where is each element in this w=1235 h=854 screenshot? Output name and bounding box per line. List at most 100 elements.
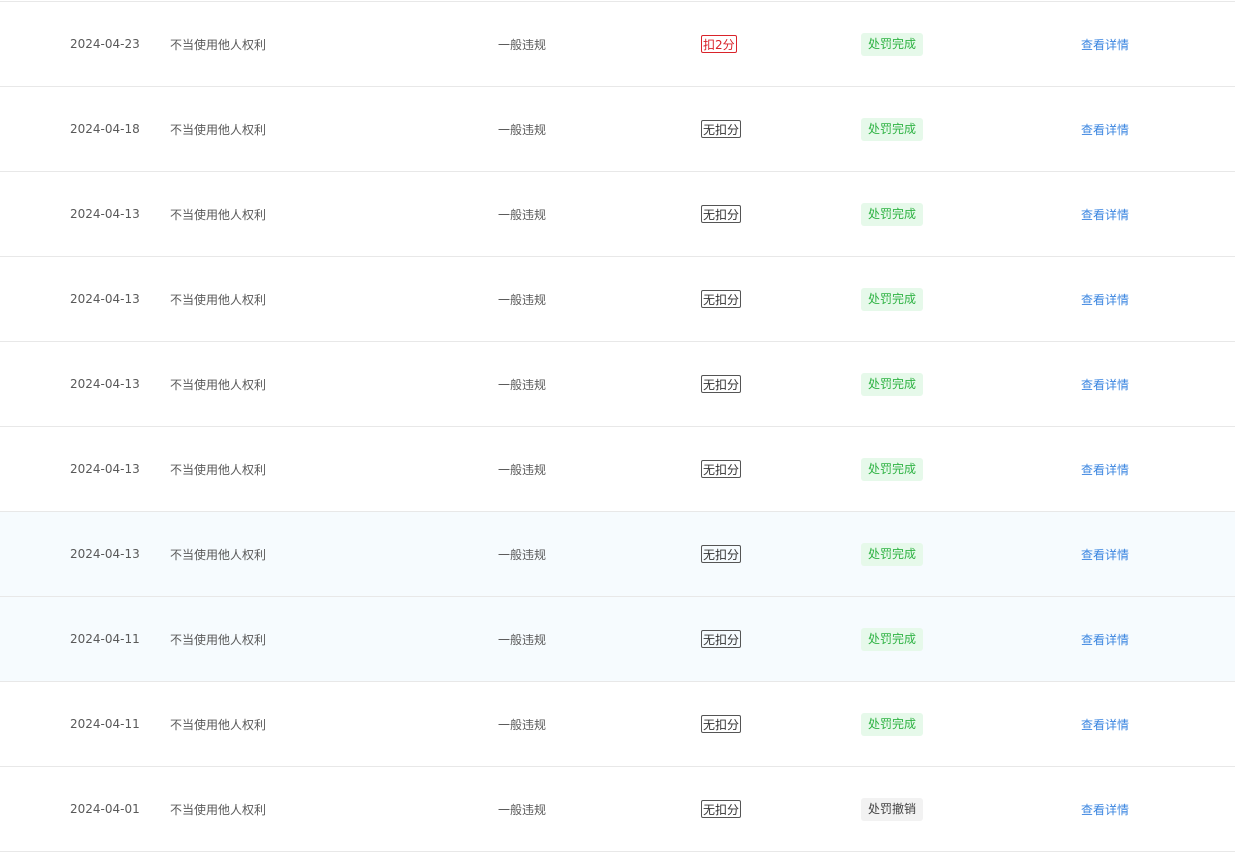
points-badge: 无扣分 bbox=[701, 120, 742, 138]
points-cell: 无扣分 bbox=[701, 172, 742, 256]
violation-date: 2024-04-13 bbox=[70, 377, 140, 391]
action-cell: 查看详情 bbox=[1081, 767, 1129, 851]
table-row: 2024-04-13 不当使用他人权利 一般违规 无扣分 处罚完成 查看详情 bbox=[0, 512, 1235, 597]
table-row: 2024-04-01 不当使用他人权利 一般违规 无扣分 处罚撤销 查看详情 bbox=[0, 767, 1235, 852]
action-cell: 查看详情 bbox=[1081, 172, 1129, 256]
points-cell: 扣2分 bbox=[701, 2, 737, 86]
view-details-link[interactable]: 查看详情 bbox=[1081, 631, 1129, 648]
action-cell: 查看详情 bbox=[1081, 512, 1129, 596]
violation-type: 一般违规 bbox=[498, 37, 547, 52]
violation-reason: 不当使用他人权利 bbox=[170, 632, 267, 647]
violation-type: 一般违规 bbox=[498, 122, 547, 137]
table-row: 2024-04-13 不当使用他人权利 一般违规 无扣分 处罚完成 查看详情 bbox=[0, 257, 1235, 342]
table-row: 2024-04-13 不当使用他人权利 一般违规 无扣分 处罚完成 查看详情 bbox=[0, 172, 1235, 257]
violation-date: 2024-04-01 bbox=[70, 802, 140, 816]
status-badge: 处罚完成 bbox=[861, 712, 924, 736]
violation-type: 一般违规 bbox=[498, 802, 547, 817]
points-badge: 无扣分 bbox=[701, 630, 742, 648]
violation-type: 一般违规 bbox=[498, 377, 547, 392]
violation-date: 2024-04-18 bbox=[70, 122, 140, 136]
points-cell: 无扣分 bbox=[701, 342, 742, 426]
violation-date: 2024-04-11 bbox=[70, 632, 140, 646]
status-cell: 处罚完成 bbox=[861, 427, 924, 511]
view-details-link[interactable]: 查看详情 bbox=[1081, 121, 1129, 138]
violation-reason: 不当使用他人权利 bbox=[170, 462, 267, 477]
violation-reason: 不当使用他人权利 bbox=[170, 292, 267, 307]
status-cell: 处罚完成 bbox=[861, 597, 924, 681]
violation-reason: 不当使用他人权利 bbox=[170, 37, 267, 52]
view-details-link[interactable]: 查看详情 bbox=[1081, 546, 1129, 563]
status-cell: 处罚完成 bbox=[861, 512, 924, 596]
view-details-link[interactable]: 查看详情 bbox=[1081, 461, 1129, 478]
action-cell: 查看详情 bbox=[1081, 87, 1129, 171]
violation-reason: 不当使用他人权利 bbox=[170, 547, 267, 562]
status-badge: 处罚完成 bbox=[861, 542, 924, 566]
points-badge: 无扣分 bbox=[701, 205, 742, 223]
violation-reason: 不当使用他人权利 bbox=[170, 122, 267, 137]
status-cell: 处罚完成 bbox=[861, 342, 924, 426]
table-row: 2024-04-23 不当使用他人权利 一般违规 扣2分 处罚完成 查看详情 bbox=[0, 2, 1235, 87]
view-details-link[interactable]: 查看详情 bbox=[1081, 716, 1129, 733]
violation-date: 2024-04-13 bbox=[70, 207, 140, 221]
points-cell: 无扣分 bbox=[701, 427, 742, 511]
points-cell: 无扣分 bbox=[701, 87, 742, 171]
points-badge: 无扣分 bbox=[701, 715, 742, 733]
violation-type: 一般违规 bbox=[498, 547, 547, 562]
points-cell: 无扣分 bbox=[701, 767, 742, 851]
violation-type: 一般违规 bbox=[498, 462, 547, 477]
violation-type: 一般违规 bbox=[498, 632, 547, 647]
violation-date: 2024-04-13 bbox=[70, 547, 140, 561]
points-badge: 扣2分 bbox=[701, 35, 737, 53]
action-cell: 查看详情 bbox=[1081, 257, 1129, 341]
action-cell: 查看详情 bbox=[1081, 2, 1129, 86]
view-details-link[interactable]: 查看详情 bbox=[1081, 36, 1129, 53]
violation-date: 2024-04-13 bbox=[70, 292, 140, 306]
violation-type: 一般违规 bbox=[498, 292, 547, 307]
status-badge: 处罚完成 bbox=[861, 372, 924, 396]
table-row: 2024-04-13 不当使用他人权利 一般违规 无扣分 处罚完成 查看详情 bbox=[0, 427, 1235, 512]
status-cell: 处罚完成 bbox=[861, 682, 924, 766]
violation-reason: 不当使用他人权利 bbox=[170, 802, 267, 817]
points-cell: 无扣分 bbox=[701, 682, 742, 766]
violation-records-table: 2024-04-23 不当使用他人权利 一般违规 扣2分 处罚完成 查看详情 2… bbox=[0, 1, 1235, 852]
action-cell: 查看详情 bbox=[1081, 682, 1129, 766]
violation-reason: 不当使用他人权利 bbox=[170, 377, 267, 392]
violation-date: 2024-04-11 bbox=[70, 717, 140, 731]
status-badge: 处罚完成 bbox=[861, 32, 924, 56]
status-cell: 处罚完成 bbox=[861, 172, 924, 256]
violation-type: 一般违规 bbox=[498, 717, 547, 732]
status-cell: 处罚完成 bbox=[861, 257, 924, 341]
points-badge: 无扣分 bbox=[701, 545, 742, 563]
action-cell: 查看详情 bbox=[1081, 342, 1129, 426]
status-badge: 处罚完成 bbox=[861, 287, 924, 311]
violation-reason: 不当使用他人权利 bbox=[170, 207, 267, 222]
action-cell: 查看详情 bbox=[1081, 597, 1129, 681]
points-badge: 无扣分 bbox=[701, 290, 742, 308]
points-cell: 无扣分 bbox=[701, 257, 742, 341]
points-badge: 无扣分 bbox=[701, 375, 742, 393]
violation-reason: 不当使用他人权利 bbox=[170, 717, 267, 732]
points-badge: 无扣分 bbox=[701, 460, 742, 478]
table-row: 2024-04-11 不当使用他人权利 一般违规 无扣分 处罚完成 查看详情 bbox=[0, 682, 1235, 767]
violation-type: 一般违规 bbox=[498, 207, 547, 222]
view-details-link[interactable]: 查看详情 bbox=[1081, 801, 1129, 818]
table-row: 2024-04-13 不当使用他人权利 一般违规 无扣分 处罚完成 查看详情 bbox=[0, 342, 1235, 427]
table-row: 2024-04-18 不当使用他人权利 一般违规 无扣分 处罚完成 查看详情 bbox=[0, 87, 1235, 172]
status-badge: 处罚完成 bbox=[861, 117, 924, 141]
status-cell: 处罚完成 bbox=[861, 2, 924, 86]
points-cell: 无扣分 bbox=[701, 512, 742, 596]
view-details-link[interactable]: 查看详情 bbox=[1081, 291, 1129, 308]
status-badge: 处罚完成 bbox=[861, 202, 924, 226]
table-row: 2024-04-11 不当使用他人权利 一般违规 无扣分 处罚完成 查看详情 bbox=[0, 597, 1235, 682]
view-details-link[interactable]: 查看详情 bbox=[1081, 206, 1129, 223]
status-badge: 处罚完成 bbox=[861, 457, 924, 481]
action-cell: 查看详情 bbox=[1081, 427, 1129, 511]
status-cell: 处罚撤销 bbox=[861, 767, 924, 851]
violation-date: 2024-04-13 bbox=[70, 462, 140, 476]
status-cell: 处罚完成 bbox=[861, 87, 924, 171]
view-details-link[interactable]: 查看详情 bbox=[1081, 376, 1129, 393]
points-badge: 无扣分 bbox=[701, 800, 742, 818]
points-cell: 无扣分 bbox=[701, 597, 742, 681]
violation-date: 2024-04-23 bbox=[70, 37, 140, 51]
status-badge: 处罚撤销 bbox=[861, 797, 924, 821]
